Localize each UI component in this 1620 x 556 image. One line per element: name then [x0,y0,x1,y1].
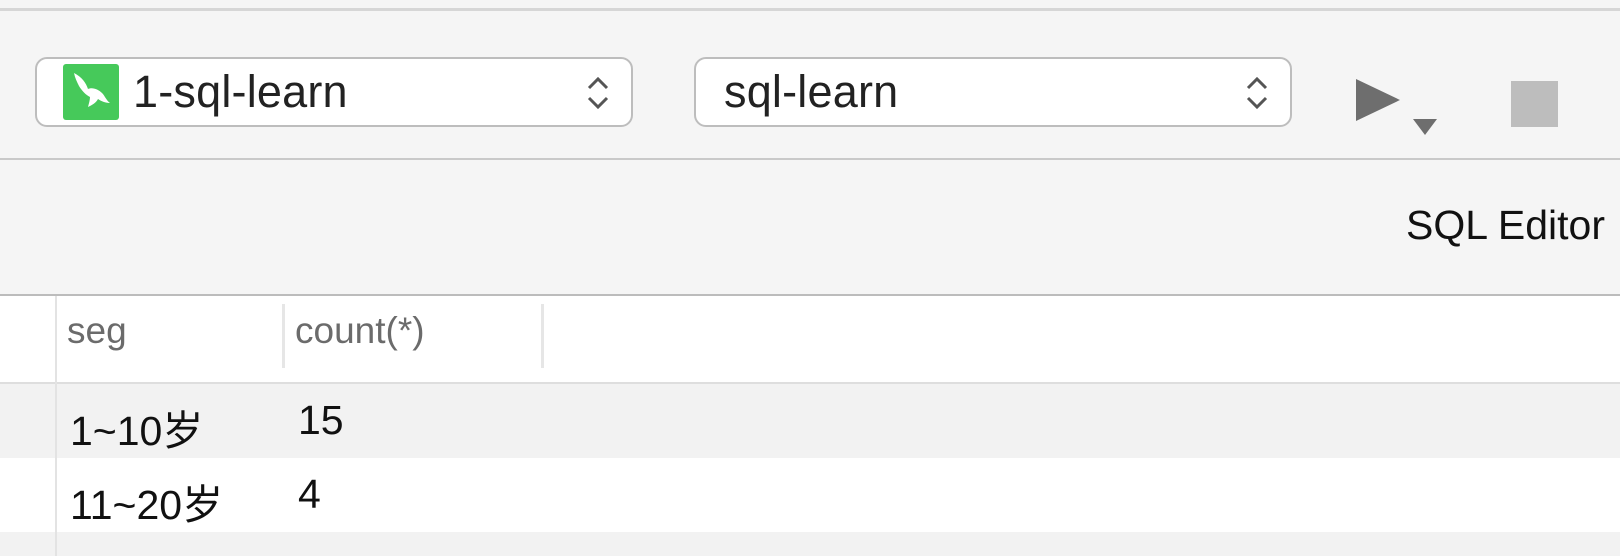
connection-label: 1-sql-learn [133,66,348,117]
cell-seg[interactable]: 11~20岁 [70,471,223,531]
database-label: sql-learn [724,66,899,117]
play-icon[interactable] [1350,75,1440,145]
database-select[interactable]: sql-learn [694,57,1292,127]
column-header-row: seg count(*) [0,296,1620,384]
table-row [0,532,1620,556]
results-grid: seg count(*) 1~10岁 15 11~20岁 4 [0,296,1620,556]
connection-select[interactable]: 1-sql-learn [35,57,633,127]
cell-count[interactable]: 4 [298,471,321,518]
row-gutter-divider [55,296,57,556]
cell-seg[interactable]: 1~10岁 [70,397,203,457]
table-row[interactable]: 1~10岁 15 [0,384,1620,458]
stop-icon[interactable] [1511,81,1558,127]
column-divider[interactable] [282,304,285,368]
toolbar: 1-sql-learn sql-learn [0,11,1620,159]
up-down-chevron-icon [587,76,609,110]
cell-count[interactable]: 15 [298,397,344,444]
column-header-seg[interactable]: seg [67,310,127,352]
column-header-count[interactable]: count(*) [295,310,425,352]
column-divider[interactable] [541,304,544,368]
table-row[interactable]: 11~20岁 4 [0,458,1620,532]
editor-title: SQL Editor [1405,202,1605,248]
sql-client-window: 1-sql-learn sql-learn SQL Editor seg cou… [0,0,1620,556]
up-down-chevron-icon [1246,76,1268,110]
editor-header: SQL Editor [0,160,1620,294]
mysql-dolphin-icon [63,64,119,120]
